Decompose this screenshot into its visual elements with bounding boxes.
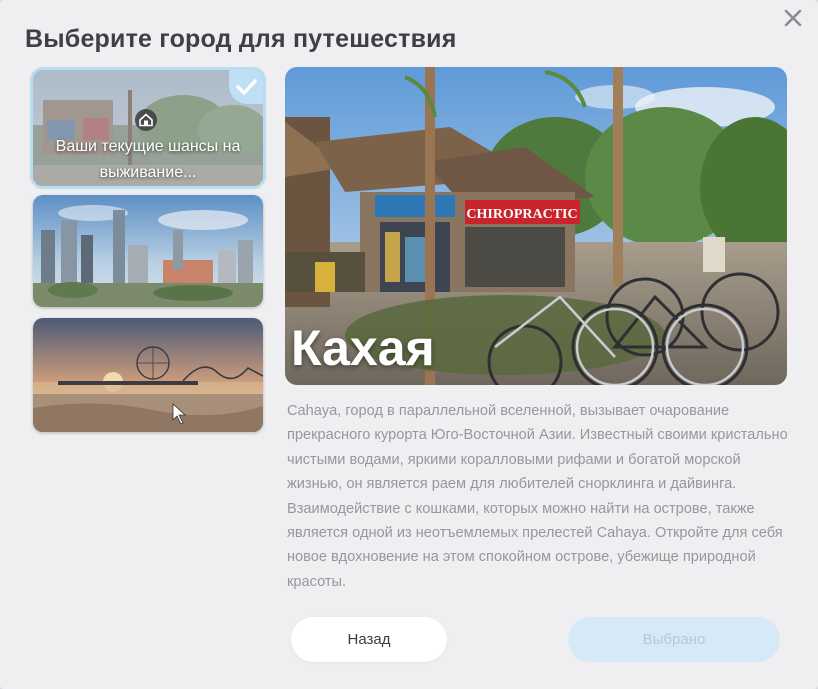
city-name: Кахая	[291, 320, 435, 376]
dialog-title: Выберите город для путешествия	[25, 25, 457, 53]
city-hero-image: CHIROPRACTIC Кахая	[285, 67, 787, 385]
city-card-cahaya[interactable]: Ваши текущие шансы на выживание...	[33, 70, 263, 186]
close-icon	[784, 9, 802, 27]
selected-badge	[229, 70, 263, 104]
back-button[interactable]: Назад	[291, 617, 447, 662]
lock-badge	[135, 109, 157, 131]
checkmark-icon	[236, 79, 257, 95]
city-thumbnail-image	[33, 318, 263, 432]
city-description: Cahaya, город в параллельной вселенной, …	[287, 403, 788, 590]
city-card-metropolis[interactable]	[33, 195, 263, 307]
chiropractic-sign: CHIROPRACTIC	[466, 207, 577, 222]
selected-button[interactable]: Выбрано	[568, 617, 780, 662]
city-select-dialog: Выберите город для путешествия Ваши теку…	[0, 0, 818, 689]
close-button[interactable]	[780, 5, 806, 31]
city-thumbnail-image	[33, 195, 263, 307]
city-card-beach-pier[interactable]	[33, 318, 263, 432]
home-lock-icon	[139, 113, 153, 127]
survival-chance-label: Ваши текущие шансы на выживание...	[55, 138, 241, 181]
